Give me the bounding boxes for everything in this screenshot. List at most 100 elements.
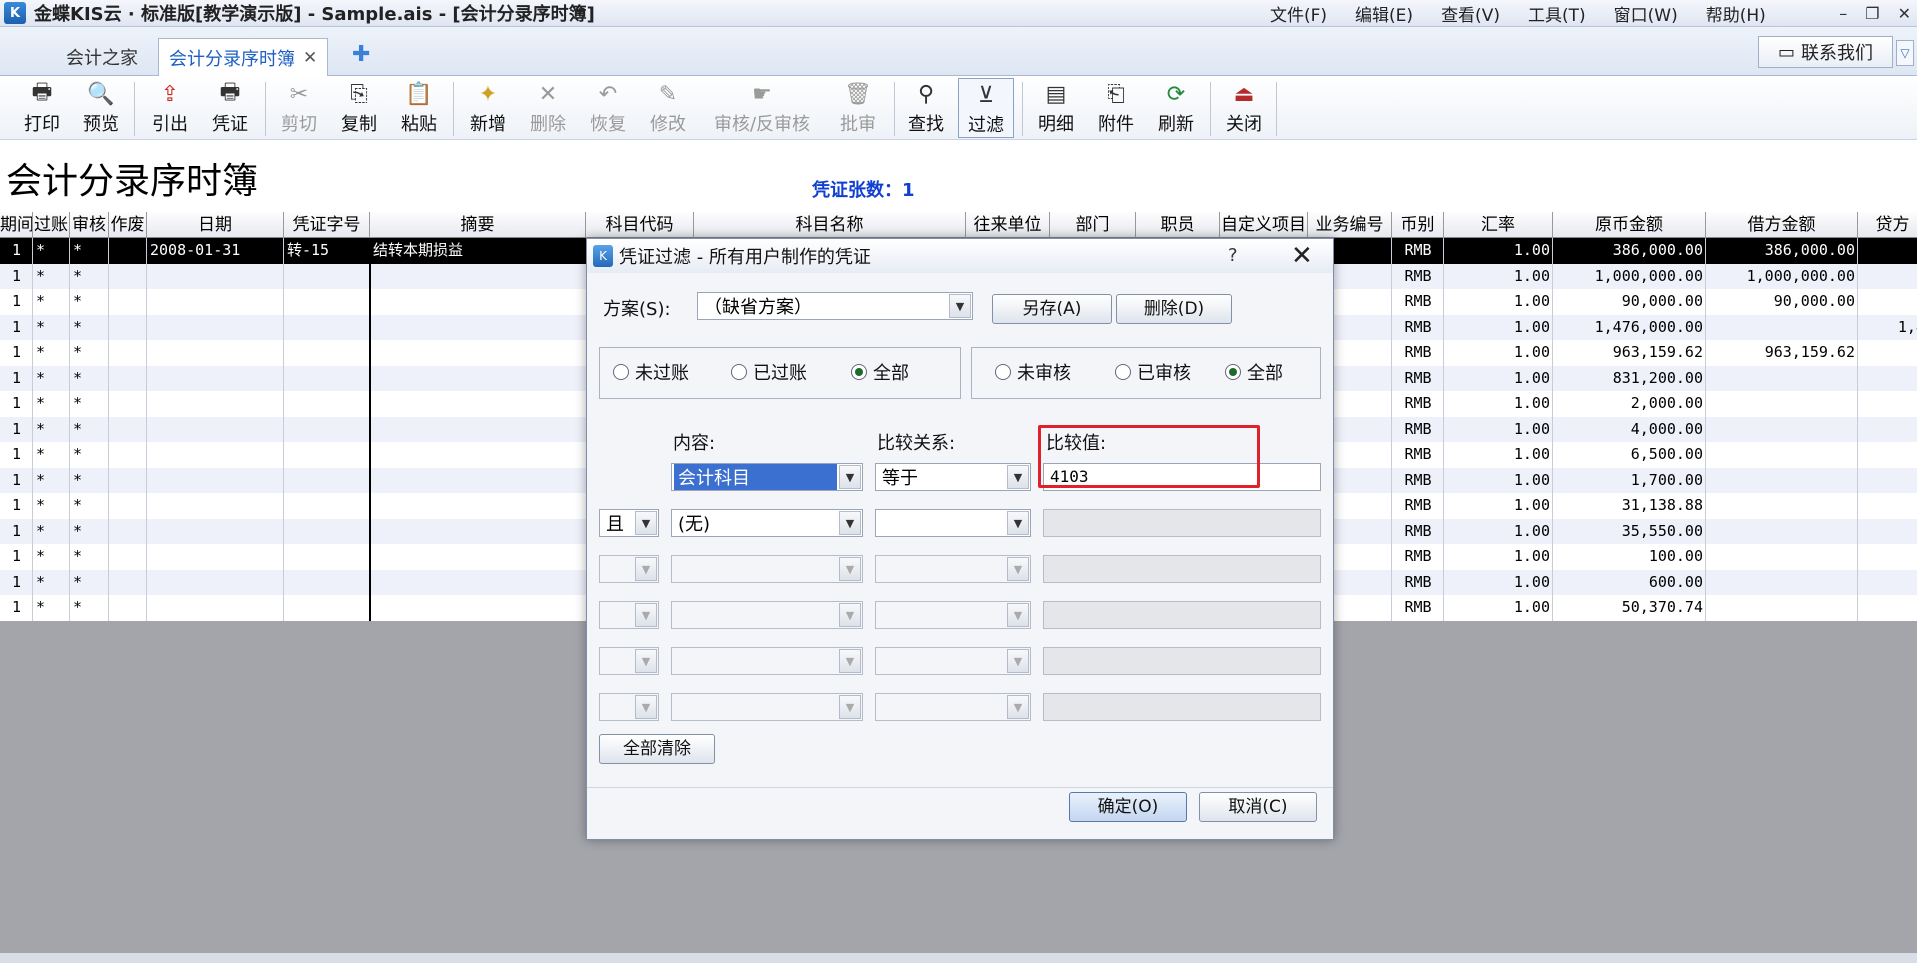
col-account-name[interactable]: 科目名称 [694,212,966,238]
filter-button[interactable]: ⊻ 过滤 [958,78,1014,138]
close-button[interactable]: ⏏ 关闭 [1216,78,1272,138]
chevron-down-icon[interactable]: ▼ [839,511,861,535]
chevron-down-icon[interactable]: ▼ [1007,695,1029,719]
compare-value-input-3[interactable] [1043,555,1321,583]
content-select-3[interactable]: ▼ [671,555,863,583]
chevron-down-icon[interactable]: ▼ [839,465,861,489]
col-debit[interactable]: 借方金额 [1706,212,1858,238]
radio-audit-all[interactable]: 全部 [1225,359,1283,385]
find-button[interactable]: ⚲ 查找 [898,78,954,138]
delete-button[interactable]: ✕ 删除 [520,78,576,138]
compare-select-1[interactable]: 等于 ▼ [875,463,1031,491]
col-employee[interactable]: 职员 [1136,212,1220,238]
col-voucher-no[interactable]: 凭证字号 [284,212,370,238]
content-select-6[interactable]: ▼ [671,693,863,721]
col-period[interactable]: 期间 [0,212,33,238]
chevron-down-icon[interactable]: ▼ [1007,465,1029,489]
menu-window[interactable]: 窗口(W) [1614,1,1678,26]
contact-us-button[interactable]: ▭ 联系我们 [1758,36,1893,68]
col-account-code[interactable]: 科目代码 [586,212,694,238]
menu-view[interactable]: 查看(V) [1441,1,1500,26]
preview-button[interactable]: 🔍 预览 [73,78,129,138]
chevron-down-icon[interactable]: ▼ [1007,603,1029,627]
chevron-down-icon[interactable]: ▼ [1007,511,1029,535]
col-date[interactable]: 日期 [147,212,284,238]
compare-select-3[interactable]: ▼ [875,555,1031,583]
content-select-1[interactable]: 会计科目 ▼ [671,463,863,491]
dialog-close-icon[interactable]: ✕ [1291,241,1313,271]
logic-select-2[interactable]: 且 ▼ [599,509,659,537]
chevron-down-icon[interactable]: ▼ [635,695,657,719]
expand-icon[interactable]: ▽ [1896,40,1914,66]
logic-select-4[interactable]: ▼ [599,601,659,629]
close-window-icon[interactable]: ✕ [1898,4,1911,23]
col-credit[interactable]: 贷方 [1858,212,1917,238]
cut-button[interactable]: ✂ 剪切 [271,78,327,138]
chevron-down-icon[interactable]: ▼ [635,511,657,535]
delete-scheme-button[interactable]: 删除(D) [1116,294,1232,324]
voucher-button[interactable]: 🖶 凭证 [202,78,258,138]
tab-close-icon[interactable]: ✕ [303,48,317,68]
menu-edit[interactable]: 编辑(E) [1355,1,1413,26]
copy-button[interactable]: ⎘ 复制 [331,78,387,138]
clear-all-button[interactable]: 全部清除 [599,734,715,764]
col-audited[interactable]: 审核 [70,212,109,238]
scheme-select[interactable]: （缺省方案） ▼ [697,292,973,320]
col-original-amount[interactable]: 原币金额 [1553,212,1706,238]
radio-post-all[interactable]: 全部 [851,359,909,385]
print-button[interactable]: 🖶 打印 [14,78,70,138]
col-void[interactable]: 作废 [109,212,147,238]
paste-button[interactable]: 📋 粘贴 [391,78,447,138]
menu-file[interactable]: 文件(F) [1270,1,1327,26]
radio-unposted[interactable]: 未过账 [613,359,689,385]
col-posted[interactable]: 过账 [33,212,70,238]
radio-posted[interactable]: 已过账 [731,359,807,385]
chevron-down-icon[interactable]: ▼ [635,557,657,581]
attachment-button[interactable]: ⎗ 附件 [1088,78,1144,138]
compare-select-2[interactable]: ▼ [875,509,1031,537]
col-custom-item[interactable]: 自定义项目 [1220,212,1308,238]
add-button[interactable]: ✦ 新增 [460,78,516,138]
logic-select-3[interactable]: ▼ [599,555,659,583]
ok-button[interactable]: 确定(O) [1069,792,1187,822]
add-tab-icon[interactable]: ✚ [352,44,374,66]
menu-help[interactable]: 帮助(H) [1706,1,1766,26]
col-department[interactable]: 部门 [1050,212,1136,238]
tab-accounting-home[interactable]: 会计之家 [56,38,148,76]
compare-value-input-2[interactable] [1043,509,1321,537]
col-rate[interactable]: 汇率 [1444,212,1553,238]
chevron-down-icon[interactable]: ▼ [1007,557,1029,581]
restore-icon[interactable]: ❐ [1865,4,1879,23]
export-button[interactable]: ⇪ 引出 [142,78,198,138]
logic-select-6[interactable]: ▼ [599,693,659,721]
refresh-button[interactable]: ⟳ 刷新 [1148,78,1204,138]
compare-select-4[interactable]: ▼ [875,601,1031,629]
chevron-down-icon[interactable]: ▼ [839,695,861,719]
menu-tools[interactable]: 工具(T) [1528,1,1586,26]
save-as-button[interactable]: 另存(A) [992,294,1112,324]
chevron-down-icon[interactable]: ▼ [635,603,657,627]
tab-journal-ledger[interactable]: 会计分录序时簿 ✕ [158,38,329,76]
col-currency[interactable]: 币别 [1392,212,1444,238]
cancel-button[interactable]: 取消(C) [1199,792,1317,822]
col-summary[interactable]: 摘要 [370,212,586,238]
minimize-icon[interactable]: – [1839,4,1847,23]
compare-value-input-6[interactable] [1043,693,1321,721]
content-select-5[interactable]: ▼ [671,647,863,675]
content-select-2[interactable]: (无) ▼ [671,509,863,537]
compare-value-input-4[interactable] [1043,601,1321,629]
help-icon[interactable]: ? [1228,245,1238,266]
chevron-down-icon[interactable]: ▼ [839,649,861,673]
col-counterparty[interactable]: 往来单位 [966,212,1050,238]
compare-select-6[interactable]: ▼ [875,693,1031,721]
chevron-down-icon[interactable]: ▼ [839,557,861,581]
radio-unaudited[interactable]: 未审核 [995,359,1071,385]
content-select-4[interactable]: ▼ [671,601,863,629]
compare-select-5[interactable]: ▼ [875,647,1031,675]
chevron-down-icon[interactable]: ▼ [949,294,971,318]
chevron-down-icon[interactable]: ▼ [635,649,657,673]
radio-audited[interactable]: 已审核 [1115,359,1191,385]
chevron-down-icon[interactable]: ▼ [1007,649,1029,673]
batch-audit-button[interactable]: 🗑 批审 [830,78,886,138]
compare-value-input-5[interactable] [1043,647,1321,675]
